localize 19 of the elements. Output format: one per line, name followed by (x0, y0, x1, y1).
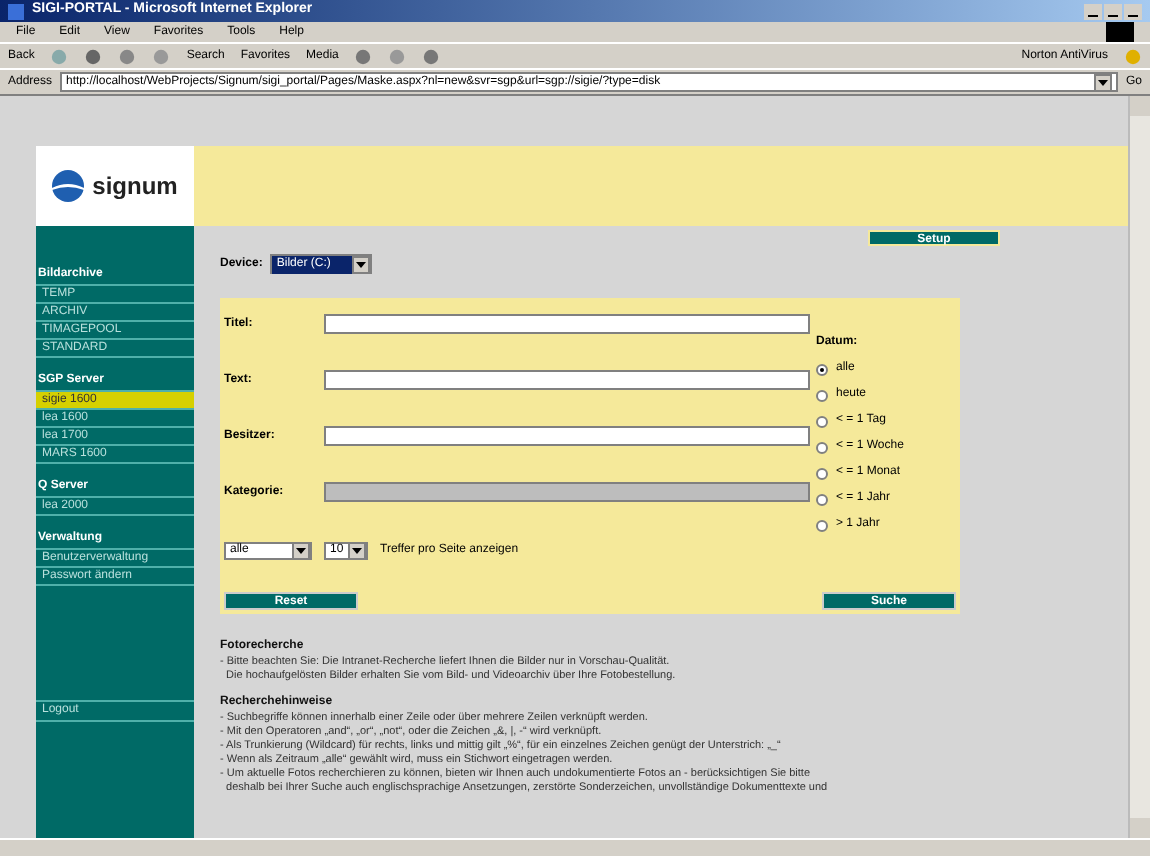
text-field[interactable] (324, 314, 810, 334)
radio-button[interactable] (816, 519, 828, 531)
radio-button[interactable] (816, 415, 828, 427)
dropdown-arrow-icon[interactable] (292, 542, 310, 560)
text-field[interactable] (324, 426, 810, 446)
radio-button[interactable] (816, 441, 828, 453)
dropdown-arrow-icon[interactable] (352, 255, 371, 273)
radio-button[interactable] (816, 389, 828, 401)
dropdown-arrow-icon[interactable] (348, 542, 366, 560)
text-field[interactable] (324, 370, 810, 390)
radio-button[interactable] (816, 493, 828, 505)
logo-text: signum (92, 170, 178, 204)
logo-icon (52, 170, 85, 202)
minimize-icon[interactable] (1084, 3, 1102, 19)
radio-button[interactable] (816, 467, 828, 479)
radio-button[interactable] (816, 363, 828, 375)
browser-icon (8, 3, 24, 19)
dropdown-arrow-icon[interactable] (1093, 73, 1112, 91)
scrollbar[interactable] (1128, 96, 1150, 838)
